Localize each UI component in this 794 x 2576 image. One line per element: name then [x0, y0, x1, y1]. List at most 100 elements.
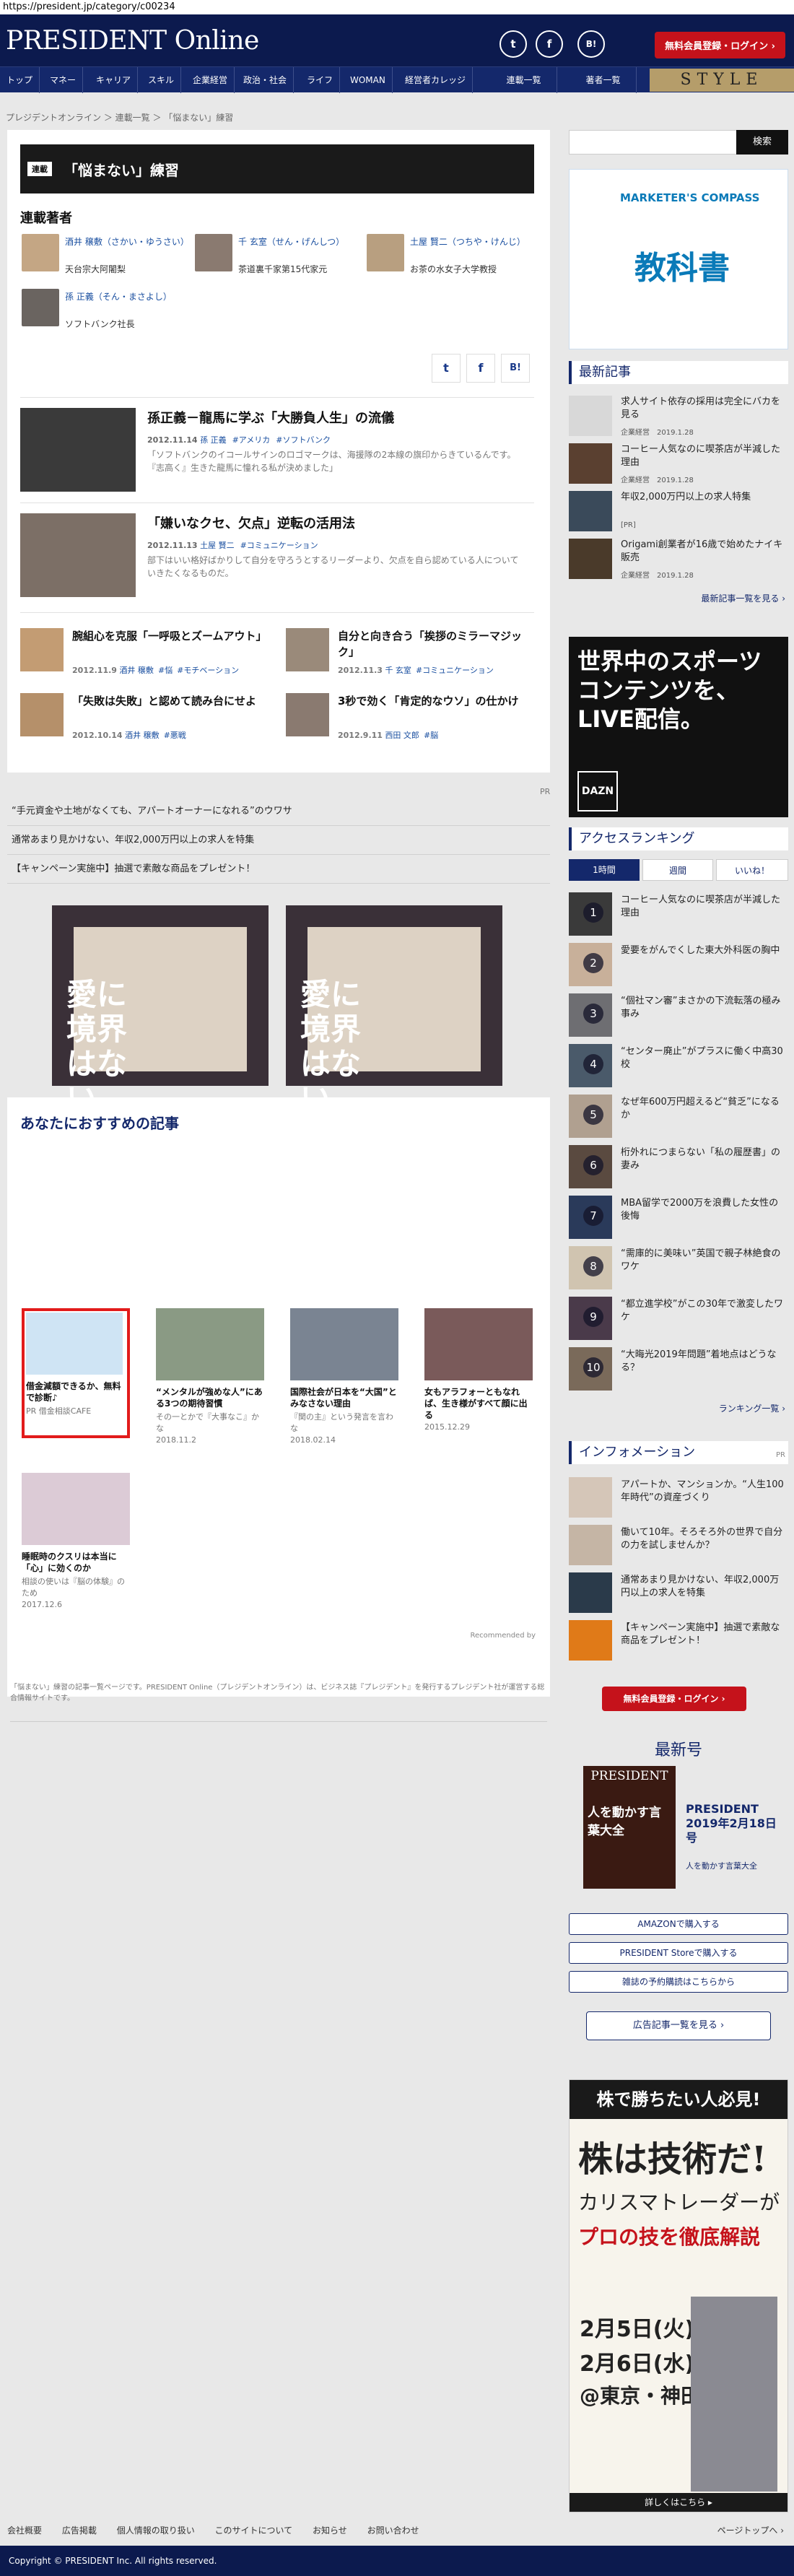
ad-more-link[interactable]: 詳しくはこちら ▸	[570, 2493, 788, 2512]
hatena-icon[interactable]: B!	[577, 30, 605, 58]
info-title[interactable]: 【キャンペーン実施中】抽選で素敵な商品をプレゼント！	[621, 1622, 787, 1648]
ad-banner[interactable]: 愛に境界はない	[286, 905, 502, 1116]
latest-item[interactable]: 年収2,000万円以上の求人特集 [PR]	[569, 491, 788, 534]
url-bar[interactable]: https://president.jp/category/c00234	[0, 0, 794, 14]
info-title[interactable]: 通常あまり見かけない、年収2,000万円以上の求人を特集	[621, 1574, 787, 1600]
sidebar-login-button[interactable]: 無料会員登録・ログイン ›	[602, 1687, 746, 1711]
twitter-share-icon[interactable]: t	[432, 354, 461, 383]
ranking-thumbnail[interactable]: 3	[569, 993, 612, 1037]
latest-item[interactable]: 求人サイト依存の採用は完全にバカを見る 企業経営 2019.1.28	[569, 396, 788, 439]
author-card[interactable]: 孫 正義（そん・まさよし） ソフトバンク社長	[22, 289, 195, 332]
recommend-thumbnail[interactable]	[290, 1308, 398, 1380]
ranking-item[interactable]: 3 “個社マン審”まさかの下流転落の極み事み	[569, 993, 788, 1044]
small-article[interactable]: 3秒で効く「肯定的なウソ」の仕かけ 2012.9.11 西田 文郎 #脳	[286, 693, 538, 751]
pr-link[interactable]: 【キャンペーン実施中】抽選で素敵な商品をプレゼント！	[7, 855, 550, 884]
article-thumbnail[interactable]	[20, 628, 64, 671]
article-tag[interactable]: #悩	[158, 666, 173, 675]
info-thumbnail[interactable]	[569, 1477, 612, 1518]
ranking-thumbnail[interactable]: 2	[569, 943, 612, 986]
ranking-title[interactable]: “個社マン審”まさかの下流転落の極み事み	[621, 995, 787, 1021]
info-thumbnail[interactable]	[569, 1525, 612, 1565]
article-tag[interactable]: #悪戦	[164, 731, 186, 740]
small-article[interactable]: 「失敗は失敗」と認めて読み台にせよ 2012.10.14 酒井 穣敷 #悪戦	[20, 693, 273, 751]
nav-woman[interactable]: WOMAN	[344, 67, 393, 93]
ad-banner[interactable]: 愛に境界はない	[52, 905, 269, 1116]
latest-thumbnail[interactable]	[569, 443, 612, 484]
sidebar-ad-dazn[interactable]: 世界中のスポーツコンテンツを、LIVE配信。 DAZN	[569, 637, 788, 817]
recommend-item[interactable]: 国際社会が日本を“大国”とみなさない理由 『関の主』という発言を言わな 2018…	[290, 1308, 398, 1445]
recommend-item[interactable]: 借金減額できるか、無料で診断♪ PR 借金相談CAFE	[22, 1308, 130, 1438]
ranking-item[interactable]: 10 “大晦光2019年問題”着地点はどうなる？	[569, 1347, 788, 1398]
footer-about[interactable]: このサイトについて	[215, 2525, 293, 2536]
info-item[interactable]: 働いて10年。そろそろ外の世界で自分の力を試しませんか？	[569, 1525, 788, 1568]
article-tag[interactable]: 西田 文郎	[385, 731, 419, 740]
ranking-title[interactable]: コーヒー人気なのに喫茶店が半減した理由	[621, 894, 787, 920]
latest-thumbnail[interactable]	[569, 491, 612, 531]
ranking-title[interactable]: “都立進学校”がこの30年で激変したワケ	[621, 1298, 787, 1324]
recommend-title[interactable]: 国際社会が日本を“大国”とみなさない理由	[290, 1386, 398, 1409]
ranking-item[interactable]: 6 桁外れにつまらない「私の履歴書」の妻み	[569, 1145, 788, 1196]
sidebar-ad-marketers[interactable]: MARKETER'S COMPASS 教科書	[569, 169, 788, 349]
recommend-title[interactable]: 借金減額できるか、無料で診断♪	[26, 1380, 126, 1404]
author-card[interactable]: 千 玄室（せん・げんしつ） 茶道裏千家第15代家元	[195, 234, 361, 277]
article-thumbnail[interactable]	[286, 693, 329, 736]
ranking-title[interactable]: なぜ年600万円超えるど“貧乏”になるか	[621, 1096, 787, 1122]
nav-life[interactable]: ライフ	[300, 67, 341, 93]
footer-contact[interactable]: お問い合わせ	[367, 2525, 419, 2536]
article-title[interactable]: 「失敗は失敗」と認めて読み台にせよ	[72, 693, 267, 709]
ranking-title[interactable]: 桁外れにつまらない「私の履歴書」の妻み	[621, 1146, 787, 1172]
nav-author-list[interactable]: 著者一覧	[570, 67, 637, 93]
recommend-thumbnail[interactable]	[22, 1473, 130, 1545]
author-name[interactable]: 土屋 賢二（つちや・けんじ）	[410, 235, 540, 248]
nav-politics[interactable]: 政治・社会	[237, 67, 295, 93]
article-title[interactable]: 3秒で効く「肯定的なウソ」の仕かけ	[338, 693, 533, 709]
president-style-link[interactable]: STYLE	[650, 69, 794, 92]
article-title[interactable]: 孫正義－龍馬に学ぶ「大勝負人生」の流儀	[147, 408, 394, 427]
ranking-item[interactable]: 8 “需庫的に美味い”英国で親子林絶食のワケ	[569, 1246, 788, 1297]
recommend-thumbnail[interactable]	[424, 1308, 533, 1380]
breadcrumb[interactable]: プレジデントオンライン ＞ 連載一覧 ＞ 「悩まない」練習	[6, 111, 233, 123]
ranking-title[interactable]: “需庫的に美味い”英国で親子林絶食のワケ	[621, 1248, 787, 1274]
ranking-thumbnail[interactable]: 8	[569, 1246, 612, 1289]
twitter-icon[interactable]: t	[499, 30, 527, 58]
recommend-credit[interactable]: Recommended by	[470, 1632, 536, 1640]
article-item[interactable]: 孫正義－龍馬に学ぶ「大勝負人生」の流儀 2012.11.14 孫 正義 #アメリカ…	[20, 397, 534, 498]
ranking-item[interactable]: 9 “都立進学校”がこの30年で激変したワケ	[569, 1297, 788, 1347]
nav-money[interactable]: マネー	[43, 67, 84, 93]
ranking-item[interactable]: 4 “センター廃止”がプラスに働く中高30校	[569, 1044, 788, 1095]
author-name[interactable]: 孫 正義（そん・まさよし）	[65, 290, 195, 303]
info-thumbnail[interactable]	[569, 1572, 612, 1613]
recommend-thumbnail[interactable]	[26, 1313, 123, 1375]
recommend-item[interactable]: 女もアラフォーともなれば、生き様がすべて顔に出る 2015.12.29	[424, 1308, 533, 1438]
sidebar-ad-stock[interactable]: 株で勝ちたい人必見! 株は技術だ! カリスマトレーダーが プロの技を徹底解説 2…	[569, 2079, 788, 2512]
article-title[interactable]: 「嫌いなクセ、欠点」逆転の活用法	[147, 513, 355, 532]
latest-thumbnail[interactable]	[569, 396, 612, 436]
nav-series-list[interactable]: 連載一覧	[491, 67, 557, 93]
issue-cover[interactable]: PRESIDENT 人を動かす言葉大全	[583, 1766, 676, 1889]
info-thumbnail[interactable]	[569, 1620, 612, 1661]
article-thumbnail[interactable]	[286, 628, 329, 671]
ad-list-button[interactable]: 広告記事一覧を見る ›	[586, 2011, 771, 2040]
article-tag[interactable]: #コミュニケーション	[416, 666, 494, 675]
recommend-item[interactable]: 睡眠時のクスリは本当に「心」に効くのか 相談の使いは『脳の体験』のため 2017…	[22, 1473, 130, 1609]
small-article[interactable]: 腕組心を克服「一呼吸とズームアウト」 2012.11.9 酒井 穣敷 #悩 #モチベ…	[20, 628, 273, 686]
info-item[interactable]: 通常あまり見かけない、年収2,000万円以上の求人を特集	[569, 1572, 788, 1616]
article-tag[interactable]: 土屋 賢二	[200, 541, 235, 550]
ranking-thumbnail[interactable]: 9	[569, 1297, 612, 1340]
article-tag[interactable]: #脳	[424, 731, 438, 740]
ranking-tab-week[interactable]: 週間	[642, 859, 713, 881]
footer-advertise[interactable]: 広告掲載	[62, 2525, 97, 2536]
article-title[interactable]: 腕組心を克服「一呼吸とズームアウト」	[72, 628, 267, 644]
facebook-share-icon[interactable]: f	[466, 354, 495, 383]
ranking-item[interactable]: 7 MBA留学で2000万を浪費した女性の後悔	[569, 1196, 788, 1246]
footer-company[interactable]: 会社概要	[7, 2525, 42, 2536]
page-top-link[interactable]: ページトップへ ›	[717, 2524, 784, 2536]
article-tag[interactable]: #アメリカ	[232, 435, 271, 445]
login-button[interactable]: 無料会員登録・ログイン ›	[655, 32, 785, 58]
author-name[interactable]: 千 玄室（せん・げんしつ）	[238, 235, 368, 248]
ranking-item[interactable]: 1 コーヒー人気なのに喫茶店が半減した理由	[569, 892, 788, 943]
nav-college[interactable]: 経営者カレッジ	[398, 67, 474, 93]
article-tag[interactable]: #モチベーション	[177, 666, 239, 675]
hatena-share-icon[interactable]: B!	[501, 354, 530, 383]
ranking-thumbnail[interactable]: 5	[569, 1095, 612, 1138]
